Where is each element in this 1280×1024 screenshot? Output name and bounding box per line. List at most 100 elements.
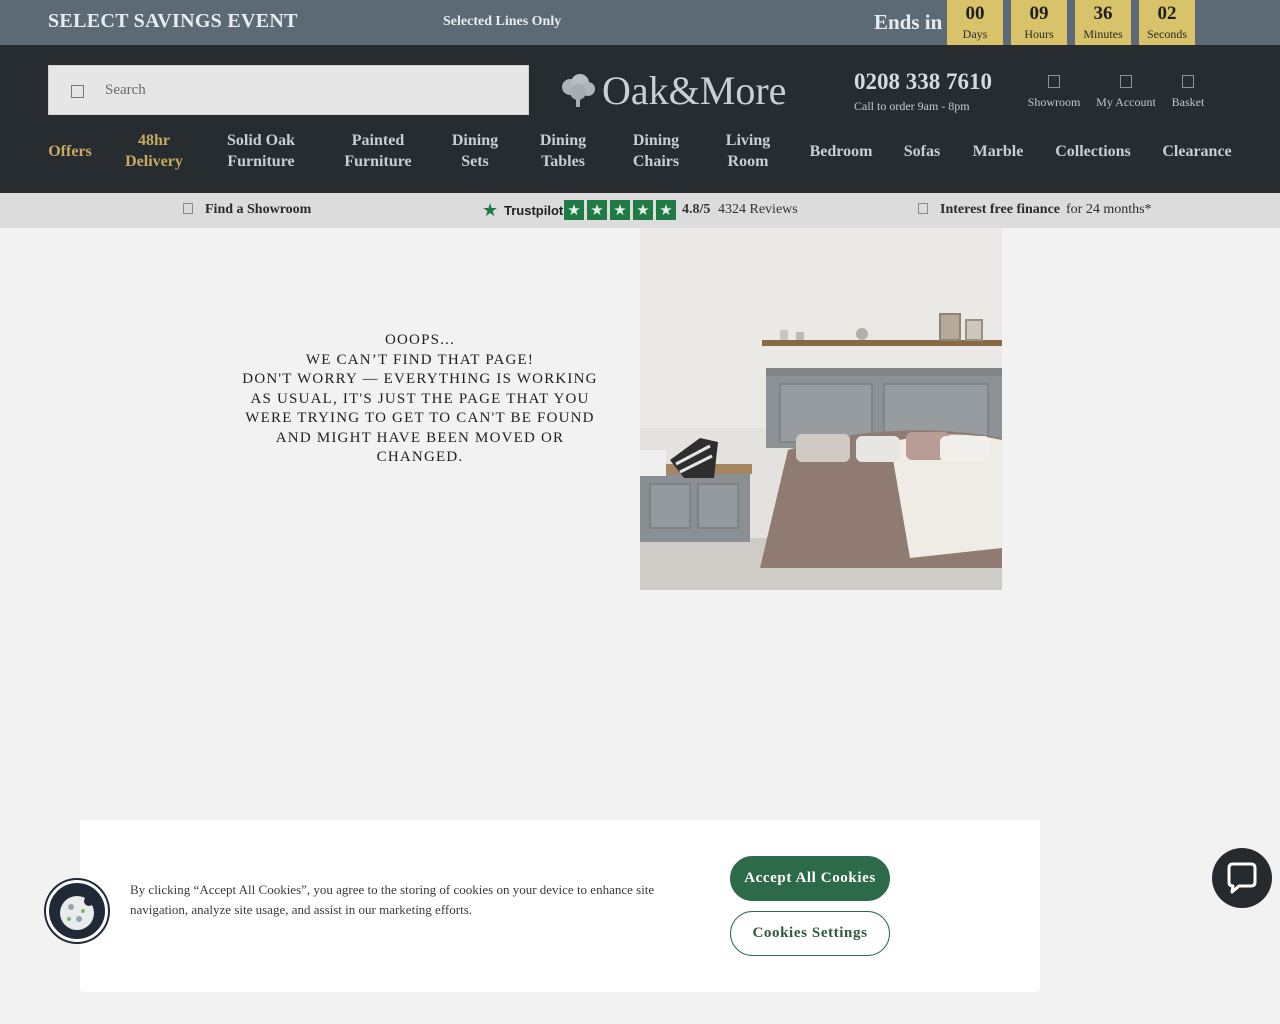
nav-item-label: Offers [48, 143, 92, 160]
nav-item-label: Painted [351, 132, 405, 149]
trustpilot-wordmark: Trustpilot [504, 203, 564, 218]
nav-item-label: Dining [539, 132, 587, 149]
nav-item-label: Delivery [125, 153, 183, 170]
countdown-seconds: 02 Seconds [1139, 0, 1195, 45]
finance-link[interactable]: Interest free finance for 24 months* [918, 202, 1152, 218]
my-account-label: My Account [1096, 95, 1156, 109]
oak-tree-logo-icon [562, 74, 595, 107]
nav-item-label: Furniture [227, 153, 295, 170]
trustpilot-review-count: 4324 Reviews [718, 202, 798, 217]
showroom-label: Showroom [1027, 95, 1081, 109]
basket-label: Basket [1171, 95, 1205, 109]
nav-item-dining-tables[interactable]: Dining Tables [540, 130, 586, 174]
nav-item-label: Bedroom [809, 143, 873, 160]
star-icon: ★ [610, 200, 630, 220]
countdown-label: Days [962, 27, 988, 41]
star-icon: ★ [656, 200, 676, 220]
account-icon [1120, 75, 1132, 88]
my-account-link[interactable]: My Account [1094, 75, 1158, 110]
accept-all-cookies-button[interactable]: Accept All Cookies [730, 856, 890, 901]
find-showroom-label: Find a Showroom [205, 202, 312, 217]
error-body-line: WERE TRYING TO GET TO CAN'T BE FOUND [245, 410, 595, 426]
not-found-message: OOOPS... WE CAN’T FIND THAT PAGE! DON'T … [240, 331, 600, 468]
nav-item-offers[interactable]: Offers [48, 141, 92, 185]
nav-item-48hr-delivery[interactable]: 48hr Delivery [125, 130, 183, 174]
showroom-icon [1048, 75, 1060, 88]
site-header: Oak&More 0208 338 7610 Call to order 9am… [0, 45, 1280, 193]
main-nav: Offers 48hr Delivery Solid Oak Furniture P… [0, 130, 1280, 190]
site-logo[interactable]: Oak&More [558, 68, 803, 113]
nav-item-label: Collections [1055, 143, 1131, 160]
basket-link[interactable]: Basket [1168, 75, 1208, 110]
countdown-label: Hours [1024, 27, 1054, 41]
nav-item-label: Dining [451, 132, 499, 149]
cookie-consent-text: By clicking “Accept All Cookies”, you ag… [130, 882, 655, 917]
error-body-line: CHANGED. [376, 449, 464, 465]
call-hours-note: Call to order 9am - 8pm [854, 99, 970, 113]
phone-number[interactable]: 0208 338 7610 [854, 69, 992, 95]
nav-item-clearance[interactable]: Clearance [1162, 141, 1231, 185]
nav-item-sofas[interactable]: Sofas [904, 141, 940, 185]
countdown-days: 00 Days [947, 0, 1003, 45]
finance-icon [918, 203, 928, 214]
star-icon: ★ [633, 200, 653, 220]
nav-item-label: Clearance [1162, 143, 1232, 160]
nav-item-label: Sets [461, 153, 489, 170]
cookie-preferences-button[interactable] [46, 880, 108, 942]
search-bar[interactable] [48, 65, 529, 115]
showroom-link[interactable]: Showroom [1026, 75, 1082, 110]
nav-item-label: Dining [632, 132, 680, 149]
basket-icon [1182, 75, 1194, 88]
promo-bar: SELECT SAVINGS EVENT Selected Lines Only… [0, 0, 1280, 45]
cookies-settings-button[interactable]: Cookies Settings [730, 911, 890, 956]
countdown-value: 09 [1029, 3, 1049, 24]
error-body-line: AS USUAL, IT'S JUST THE PAGE THAT YOU [250, 390, 590, 407]
chat-bubble-icon [1227, 862, 1257, 894]
trustpilot-rating: 4.8/5 [682, 202, 711, 217]
chat-button[interactable] [1212, 848, 1272, 908]
search-input[interactable] [105, 66, 505, 114]
location-icon [183, 203, 193, 214]
countdown-value: 00 [965, 3, 985, 24]
logo-wordmark: Oak&More [602, 68, 787, 113]
countdown-hours: 09 Hours [1011, 0, 1067, 45]
nav-item-collections[interactable]: Collections [1055, 141, 1131, 185]
find-showroom-link[interactable]: Find a Showroom [183, 202, 311, 218]
promo-selected-lines[interactable]: Selected Lines Only [443, 14, 561, 30]
star-icon: ★ [587, 200, 607, 220]
info-bar: Find a Showroom ★ Trustpilot ★ ★ ★ ★ ★ 4.8/5… [0, 193, 1280, 228]
error-subheading: WE CAN’T FIND THAT PAGE! [305, 351, 535, 368]
star-icon: ★ [564, 200, 584, 220]
nav-item-dining-sets[interactable]: Dining Sets [452, 130, 498, 174]
error-body-line: AND MIGHT HAVE BEEN MOVED OR [275, 429, 565, 446]
countdown-value: 36 [1093, 3, 1113, 24]
bedroom-illustration [640, 228, 1002, 590]
bedroom-photo [640, 228, 1002, 590]
nav-item-label: Living [725, 132, 771, 149]
promo-ends-in: Ends in [874, 10, 943, 34]
trustpilot-stars: ★ ★ ★ ★ ★ [564, 200, 679, 220]
nav-item-label: Marble [972, 143, 1024, 160]
error-body-line: DON'T WORRY — EVERYTHING IS WORKING [242, 371, 598, 387]
nav-item-dining-chairs[interactable]: Dining Chairs [633, 130, 679, 174]
nav-item-label: Sofas [903, 143, 941, 160]
nav-item-label: Tables [541, 153, 585, 170]
countdown-minutes: 36 Minutes [1075, 0, 1131, 45]
finance-terms: for 24 months* [1066, 202, 1152, 217]
nav-item-living-room[interactable]: Living Room [726, 130, 770, 174]
nav-item-solid-oak-furniture[interactable]: Solid Oak Furniture [227, 130, 295, 174]
nav-item-label: Solid Oak [226, 132, 296, 149]
nav-item-label: 48hr [138, 132, 170, 149]
nav-item-painted-furniture[interactable]: Painted Furniture [344, 130, 411, 174]
search-icon[interactable] [71, 85, 84, 98]
countdown-label: Minutes [1083, 27, 1123, 41]
countdown-value: 02 [1157, 3, 1177, 24]
cookie-icon [60, 896, 94, 930]
nav-item-marble[interactable]: Marble [973, 141, 1024, 185]
nav-item-label: Furniture [344, 153, 412, 170]
cookie-banner: By clicking “Accept All Cookies”, you ag… [80, 820, 1040, 992]
promo-event-title[interactable]: SELECT SAVINGS EVENT [48, 10, 298, 33]
nav-item-label: Chairs [632, 153, 680, 170]
nav-item-bedroom[interactable]: Bedroom [810, 141, 873, 185]
countdown-label: Seconds [1147, 27, 1187, 41]
